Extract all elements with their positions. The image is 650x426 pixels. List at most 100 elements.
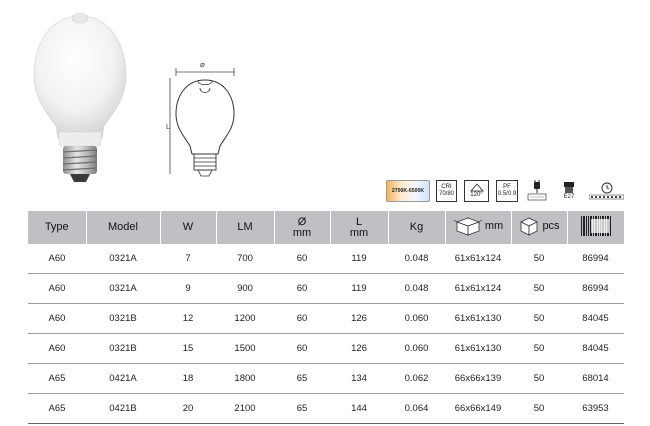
cell-model: 0321A xyxy=(86,244,160,274)
cell-barcode: 86994 xyxy=(567,273,624,304)
spec-table: Type Model W LM Ø mm L mm Kg mm pcs A60 … xyxy=(28,211,624,424)
beam-angle-icon xyxy=(469,183,484,192)
cell-pcs: 50 xyxy=(511,303,567,334)
cell-watt: 20 xyxy=(160,393,216,424)
cell-length: 119 xyxy=(330,273,388,304)
pf-label: PF xyxy=(503,184,511,190)
table-row: A60 0321B 15 1500 60 126 0.060 61x61x130 50 84045 xyxy=(28,333,624,364)
cell-type: A65 xyxy=(28,363,86,394)
cell-diameter: 60 xyxy=(274,244,330,274)
led-bulb-photo xyxy=(33,12,127,182)
table-row: A60 0321A 9 900 60 119 0.048 61x61x124 50 86994 xyxy=(28,273,624,304)
cell-pcs: 50 xyxy=(511,333,567,364)
col-weight: Kg xyxy=(387,211,445,244)
cell-box-size: 61x61x130 xyxy=(445,333,511,364)
outline-drawing xyxy=(169,68,235,177)
cct-value: 2700K-6500K xyxy=(391,187,425,194)
table-header-row: Type Model W LM Ø mm L mm Kg mm pcs xyxy=(28,211,624,244)
beam-angle-badge: 120° xyxy=(464,180,489,202)
cell-length: 126 xyxy=(330,333,388,364)
cell-length: 144 xyxy=(330,393,388,424)
pcs-unit: pcs xyxy=(542,219,560,232)
cell-barcode: 68014 xyxy=(567,363,624,394)
beam-angle-value: 120° xyxy=(470,192,483,198)
cell-box-size: 61x61x130 xyxy=(445,303,511,334)
col-lumen: LM xyxy=(215,211,274,244)
box-unit: mm xyxy=(484,219,504,232)
col-barcode xyxy=(566,211,624,244)
e27-base-icon xyxy=(564,181,574,193)
cell-barcode: 63953 xyxy=(567,393,624,424)
col-diameter: Ø mm xyxy=(273,211,330,244)
table-row: A65 0421B 20 2100 65 144 0.064 66x66x149 50 63953 xyxy=(28,393,624,424)
table-row: A60 0321A 7 700 60 119 0.048 61x61x124 50 86994 xyxy=(28,244,624,274)
cell-diameter: 60 xyxy=(274,333,330,364)
cell-diameter: 65 xyxy=(274,393,330,424)
cell-type: A60 xyxy=(28,244,86,274)
voltage-plug-icon xyxy=(527,180,547,201)
length-label: L xyxy=(166,124,170,131)
cell-model: 0321A xyxy=(86,273,160,304)
cell-lumen: 700 xyxy=(216,244,274,274)
cell-watt: 12 xyxy=(160,303,216,334)
base-badge: E27 xyxy=(558,180,580,202)
cell-lumen: 1200 xyxy=(216,303,274,334)
cri-label: CRI xyxy=(441,184,452,190)
pf-value: 0.5/0.9 xyxy=(497,191,517,197)
cell-type: A65 xyxy=(28,393,86,424)
length-unit: mm xyxy=(349,226,369,239)
package-box-icon xyxy=(453,217,483,236)
cell-lumen: 1500 xyxy=(216,333,274,364)
cell-model: 0421A xyxy=(86,363,160,394)
col-pcs: pcs xyxy=(510,211,567,244)
cell-pcs: 50 xyxy=(511,244,567,274)
cell-weight: 0.048 xyxy=(388,273,445,304)
carton-box-icon xyxy=(520,217,539,236)
cell-weight: 0.060 xyxy=(388,303,445,334)
cell-type: A60 xyxy=(28,333,86,364)
cell-box-size: 66x66x149 xyxy=(445,393,511,424)
cell-box-size: 66x66x139 xyxy=(445,363,511,394)
cell-lumen: 900 xyxy=(216,273,274,304)
voltage-badge xyxy=(526,180,548,202)
col-box-size: mm xyxy=(444,211,511,244)
cell-watt: 15 xyxy=(160,333,216,364)
cct-badge: 2700K-6500K xyxy=(386,180,430,202)
cell-pcs: 50 xyxy=(511,393,567,424)
cell-barcode: 84045 xyxy=(567,333,624,364)
cell-diameter: 65 xyxy=(274,363,330,394)
cell-box-size: 61x61x124 xyxy=(445,273,511,304)
table-row: A65 0421A 18 1800 65 134 0.062 66x66x139 50 68014 xyxy=(28,363,624,394)
cell-weight: 0.064 xyxy=(388,393,445,424)
length-symbol: L xyxy=(355,215,363,228)
cri-value: 70/80 xyxy=(438,191,454,197)
cell-model: 0421B xyxy=(86,393,160,424)
cell-type: A60 xyxy=(28,303,86,334)
table-row: A60 0321B 12 1200 60 126 0.060 61x61x130 50 84045 xyxy=(28,303,624,334)
col-type: Type xyxy=(28,211,86,244)
cell-barcode: 86994 xyxy=(567,244,624,274)
cell-type: A60 xyxy=(28,273,86,304)
cell-weight: 0.062 xyxy=(388,363,445,394)
col-model: Model xyxy=(85,211,160,244)
bulb-dimension-drawing: ⌀ L xyxy=(160,60,250,190)
diameter-label: ⌀ xyxy=(200,60,205,69)
cell-length: 134 xyxy=(330,363,388,394)
clock-icon xyxy=(601,182,612,194)
cell-pcs: 50 xyxy=(511,273,567,304)
cell-model: 0321B xyxy=(86,333,160,364)
cell-diameter: 60 xyxy=(274,273,330,304)
cell-lumen: 1800 xyxy=(216,363,274,394)
cell-diameter: 60 xyxy=(274,303,330,334)
lifetime-badge xyxy=(589,180,624,202)
cell-model: 0321B xyxy=(86,303,160,334)
cell-weight: 0.060 xyxy=(388,333,445,364)
cell-pcs: 50 xyxy=(511,363,567,394)
cell-watt: 9 xyxy=(160,273,216,304)
cell-length: 126 xyxy=(330,303,388,334)
diameter-unit: mm xyxy=(292,226,312,239)
barcode-icon xyxy=(580,216,611,236)
lifetime-bar-icon xyxy=(589,194,624,200)
base-value: E27 xyxy=(563,193,575,200)
cri-badge: CRI 70/80 xyxy=(436,180,457,202)
